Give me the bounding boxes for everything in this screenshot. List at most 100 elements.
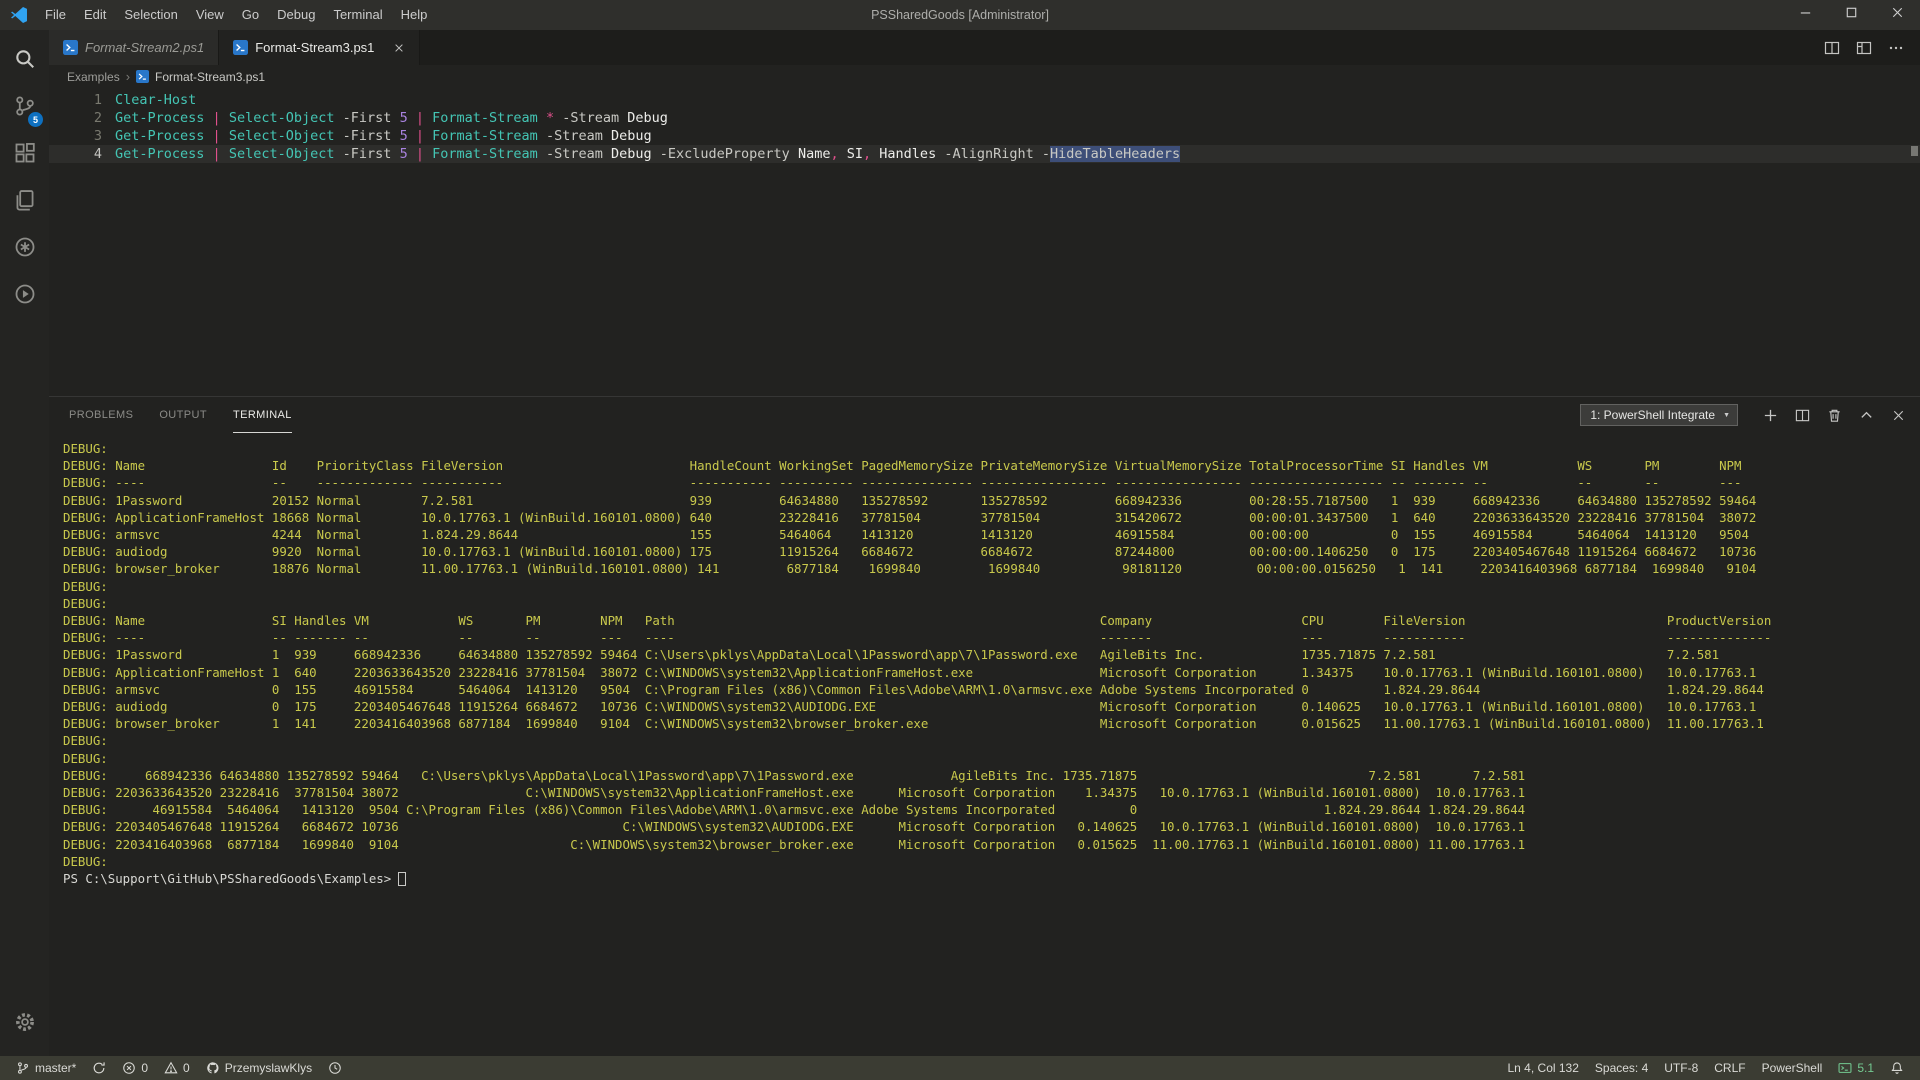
split-editor-icon[interactable] [1824,40,1840,56]
tab-label: Format-Stream3.ps1 [255,40,374,55]
menu-item-help[interactable]: Help [392,0,437,30]
layout-icon[interactable] [1856,40,1872,56]
activity-badge: 5 [28,112,43,127]
chevron-down-icon: ▼ [1723,412,1730,419]
eol-sequence-label: CRLF [1714,1061,1745,1075]
asterisk-circle-icon [14,236,36,263]
close-tab-icon[interactable] [393,42,405,54]
terminal-prompt: PS C:\Support\GitHub\PSSharedGoods\Examp… [63,871,391,886]
tab-format-stream3-ps1[interactable]: Format-Stream3.ps1 [219,30,420,65]
powershell-session[interactable]: 5.1 [1830,1056,1882,1080]
editor-tab-strip: Format-Stream2.ps1 Format-Stream3.ps1 [49,30,1920,65]
new-terminal-button[interactable] [1763,408,1778,423]
warning-count[interactable]: 0 [156,1056,198,1080]
breadcrumb-folder[interactable]: Examples [67,70,120,84]
search-icon [14,48,36,75]
menu-item-file[interactable]: File [36,0,75,30]
powershell-session-label: 5.1 [1857,1061,1874,1075]
close-window-button[interactable] [1874,0,1920,30]
panel-tab-terminal[interactable]: TERMINAL [233,397,292,433]
code-line-3: 3Get-Process | Select-Object -First 5 | … [49,127,1920,145]
menu-item-selection[interactable]: Selection [115,0,186,30]
window-title: PSSharedGoods [Administrator] [871,8,1049,22]
activity-item-asterisk-circle[interactable] [0,226,49,273]
menu-item-view[interactable]: View [187,0,233,30]
line-number: 3 [49,127,102,145]
powershell-file-icon [63,40,78,55]
minimize-icon [1798,5,1813,25]
workspace: Format-Stream2.ps1 Format-Stream3.ps1 Exa… [49,30,1920,1056]
activity-item-search[interactable] [0,38,49,85]
powershell-file-icon [233,40,248,55]
github-account[interactable]: PrzemyslawKlys [198,1056,320,1080]
terminal-output: DEBUG: DEBUG: Name Id PriorityClass File… [63,440,1920,870]
panel-tab-output[interactable]: OUTPUT [159,397,207,433]
github-account-label: PrzemyslawKlys [225,1061,312,1075]
menu-item-debug[interactable]: Debug [268,0,324,30]
kill-terminal-button[interactable] [1827,408,1842,423]
language-mode-label: PowerShell [1762,1061,1823,1075]
terminal-view[interactable]: DEBUG: DEBUG: Name Id PriorityClass File… [49,433,1920,1056]
git-branch-status-label: master* [35,1061,76,1075]
bell-icon [1890,1061,1904,1075]
split-terminal-button[interactable] [1795,408,1810,423]
editor-actions [1824,30,1920,65]
tab-format-stream2-ps1[interactable]: Format-Stream2.ps1 [49,30,219,65]
encoding-label: UTF-8 [1664,1061,1698,1075]
bottom-panel: PROBLEMS OUTPUT TERMINAL 1: PowerShell Inte… [49,396,1920,1056]
code-text: Clear-Host [102,91,196,109]
line-number: 4 [49,145,102,163]
menu-item-go[interactable]: Go [233,0,268,30]
vscode-logo-icon [10,6,28,24]
play-circle-icon [14,283,36,310]
extensions-icon [14,142,36,169]
breadcrumb-separator-icon: › [126,69,130,84]
code-editor[interactable]: 1Clear-Host2Get-Process | Select-Object … [49,88,1920,396]
activity-item-play-circle[interactable] [0,273,49,320]
sync-status[interactable] [84,1056,114,1080]
language-mode[interactable]: PowerShell [1754,1056,1831,1080]
overview-ruler-marker [1911,146,1918,156]
eol-sequence[interactable]: CRLF [1706,1056,1753,1080]
code-text: Get-Process | Select-Object -First 5 | F… [102,127,652,145]
menu-bar: FileEditSelectionViewGoDebugTerminalHelp [36,0,436,30]
close-panel-button[interactable] [1891,408,1906,423]
more-actions-icon[interactable] [1888,40,1904,56]
git-branch-status[interactable]: master* [8,1056,84,1080]
breadcrumb-file[interactable]: Format-Stream3.ps1 [155,70,265,84]
sync-icon [92,1061,106,1075]
terminal-prompt-row: PS C:\Support\GitHub\PSSharedGoods\Examp… [63,870,1920,887]
panel-header: PROBLEMS OUTPUT TERMINAL 1: PowerShell Inte… [49,397,1920,433]
terminal-cursor [398,872,406,886]
panel-actions: 1: PowerShell Integrate▼ [1580,404,1906,426]
activity-bar: 5 [0,30,49,1056]
error-icon [122,1061,136,1075]
activity-item-manage[interactable] [0,1001,49,1048]
panel-tab-problems[interactable]: PROBLEMS [69,397,133,433]
close-icon [1890,5,1905,25]
error-count[interactable]: 0 [114,1056,156,1080]
maximize-button[interactable] [1828,0,1874,30]
clock-icon [328,1061,342,1075]
cursor-position[interactable]: Ln 4, Col 132 [1500,1056,1587,1080]
menu-item-terminal[interactable]: Terminal [324,0,391,30]
activity-item-source-control[interactable]: 5 [0,85,49,132]
gear-icon [14,1011,36,1038]
activity-item-extensions[interactable] [0,132,49,179]
activity-item-pages[interactable] [0,179,49,226]
terminal-selector-dropdown[interactable]: 1: PowerShell Integrate▼ [1580,404,1738,426]
maximize-panel-button[interactable] [1859,408,1874,423]
code-line-1: 1Clear-Host [49,91,1920,109]
line-number: 2 [49,109,102,127]
time-tracker[interactable] [320,1056,350,1080]
menu-item-edit[interactable]: Edit [75,0,115,30]
maximize-icon [1844,5,1859,25]
title-bar: FileEditSelectionViewGoDebugTerminalHelp… [0,0,1920,30]
error-count-label: 0 [141,1061,148,1075]
pages-icon [14,189,36,216]
indentation-label: Spaces: 4 [1595,1061,1648,1075]
minimize-button[interactable] [1782,0,1828,30]
encoding[interactable]: UTF-8 [1656,1056,1706,1080]
indentation[interactable]: Spaces: 4 [1587,1056,1656,1080]
notifications[interactable] [1882,1056,1912,1080]
